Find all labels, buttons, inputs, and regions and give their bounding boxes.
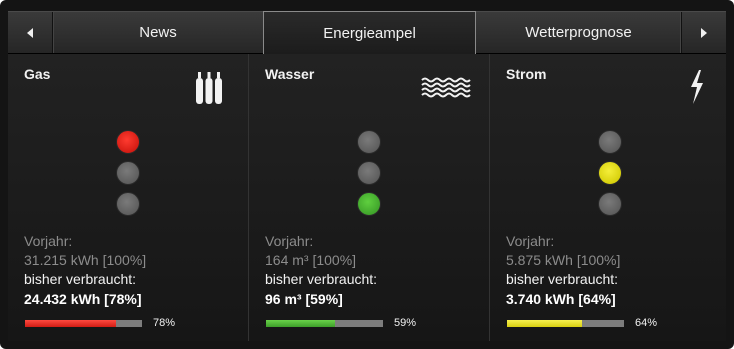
panel-water: Wasser Vorjahr: 164 m³ [100%] bisher ver… bbox=[248, 54, 489, 341]
water-waves-icon bbox=[421, 77, 471, 98]
traffic-light-yellow bbox=[116, 161, 140, 185]
tab-wetterprognose[interactable]: Wetterprognose bbox=[476, 12, 682, 53]
tab-news[interactable]: News bbox=[53, 12, 263, 53]
tab-energieampel[interactable]: Energieampel bbox=[263, 11, 476, 54]
panel-title: Strom bbox=[506, 66, 547, 82]
consumption-bar-fill bbox=[266, 320, 336, 327]
consumption-percent: 59% bbox=[394, 317, 417, 329]
consumed-label: bisher verbraucht: bbox=[24, 271, 137, 287]
consumption-bar-fill bbox=[507, 320, 582, 327]
consumption-percent: 64% bbox=[635, 317, 658, 329]
traffic-light-yellow bbox=[598, 161, 622, 185]
consumed-label: bisher verbraucht: bbox=[265, 271, 378, 287]
traffic-light-red bbox=[598, 130, 622, 154]
energy-panels: Gas Vorjahr: 31.215 kWh [100%] bisher ve… bbox=[8, 54, 726, 341]
tab-prev-button[interactable] bbox=[8, 12, 53, 53]
consumption-bar bbox=[507, 320, 624, 327]
previous-year-label: Vorjahr: bbox=[506, 233, 555, 249]
traffic-light-red bbox=[357, 130, 381, 154]
traffic-light-green bbox=[598, 192, 622, 216]
traffic-light-yellow bbox=[357, 161, 381, 185]
traffic-light-green bbox=[357, 192, 381, 216]
consumption-bar bbox=[25, 320, 142, 327]
panel-power: Strom Vorjahr: 5.875 kWh [100%] bisher v… bbox=[489, 54, 726, 341]
panel-gas: Gas Vorjahr: 31.215 kWh [100%] bisher ve… bbox=[8, 54, 248, 341]
previous-year-value: 164 m³ [100%] bbox=[265, 252, 357, 268]
energy-widget: News Energieampel Wetterprognose Gas Vor… bbox=[0, 0, 734, 349]
consumed-label: bisher verbraucht: bbox=[506, 271, 619, 287]
tab-label: Wetterprognose bbox=[525, 24, 632, 41]
previous-year-label: Vorjahr: bbox=[265, 233, 314, 249]
triangle-left-icon bbox=[27, 27, 33, 38]
tab-label: Energieampel bbox=[323, 24, 416, 42]
consumption-percent: 78% bbox=[153, 317, 176, 329]
triangle-right-icon bbox=[701, 27, 707, 38]
tab-bar: News Energieampel Wetterprognose bbox=[8, 11, 726, 54]
consumption-bar bbox=[266, 320, 383, 327]
panel-title: Gas bbox=[24, 66, 51, 82]
tab-next-button[interactable] bbox=[681, 12, 726, 53]
previous-year-value: 5.875 kWh [100%] bbox=[506, 252, 621, 268]
traffic-light-red bbox=[116, 130, 140, 154]
panel-title: Wasser bbox=[265, 66, 315, 82]
previous-year-label: Vorjahr: bbox=[24, 233, 73, 249]
lightning-bolt-icon bbox=[691, 70, 703, 104]
previous-year-value: 31.215 kWh [100%] bbox=[24, 252, 147, 268]
tab-label: News bbox=[139, 24, 177, 41]
gas-cylinders-icon bbox=[196, 72, 222, 104]
consumption-bar-fill bbox=[25, 320, 117, 327]
consumed-value: 96 m³ [59%] bbox=[265, 291, 343, 307]
consumed-value: 24.432 kWh [78%] bbox=[24, 291, 142, 307]
consumed-value: 3.740 kWh [64%] bbox=[506, 291, 616, 307]
traffic-light-green bbox=[116, 192, 140, 216]
